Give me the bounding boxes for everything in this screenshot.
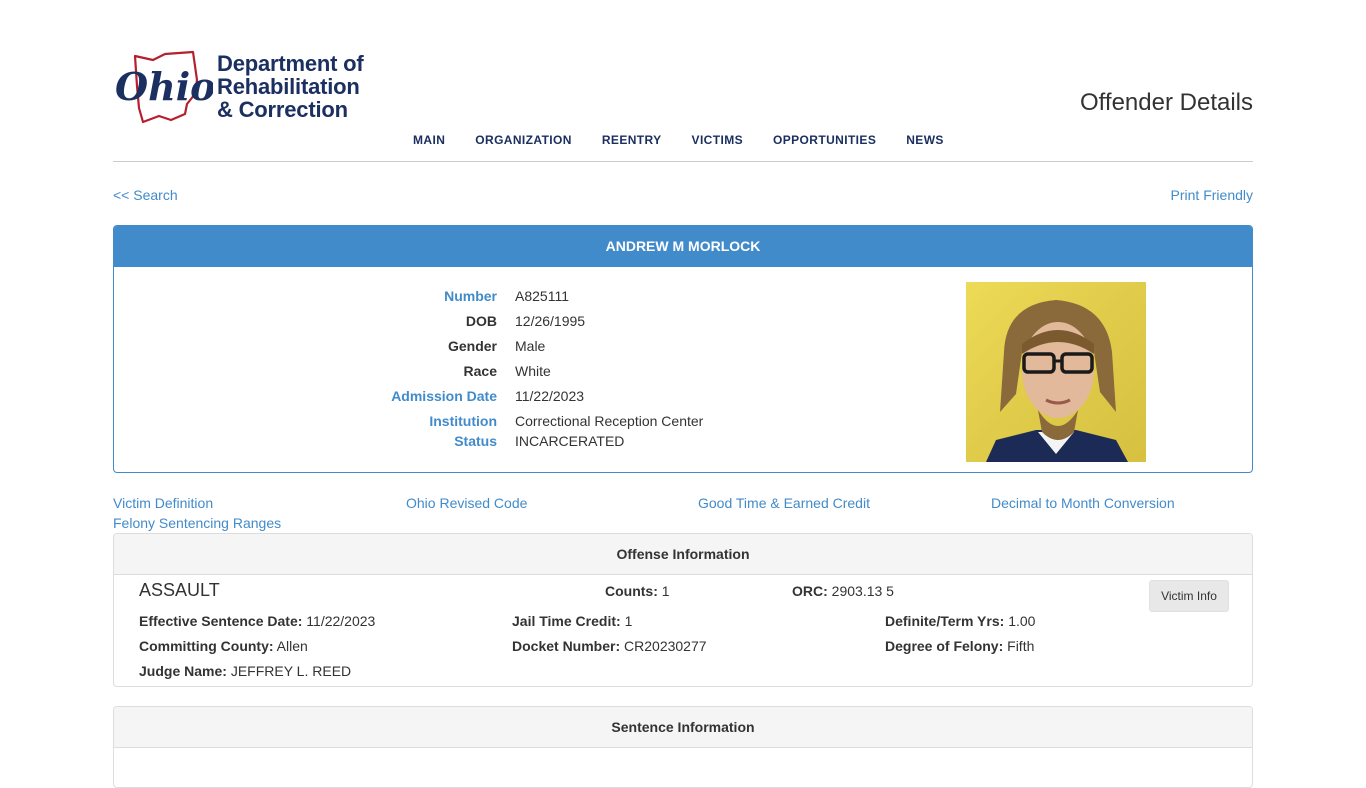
committing-county-label: Committing County:	[139, 638, 274, 654]
back-to-search-link[interactable]: << Search	[113, 187, 178, 203]
detail-row-number: Number A825111	[114, 288, 814, 313]
gender-label: Gender	[447, 338, 497, 354]
victim-info-button[interactable]: Victim Info	[1149, 580, 1229, 612]
offense-title: ASSAULT	[139, 580, 220, 600]
counts-value: 1	[661, 583, 670, 599]
docket-number-label: Docket Number:	[512, 638, 621, 654]
page: Ohio Department of Rehabilitation & Corr…	[113, 0, 1253, 788]
dob-value: 12/26/1995	[515, 313, 586, 329]
number-value: A825111	[515, 288, 569, 304]
nav-main[interactable]: MAIN	[413, 132, 445, 148]
logo-line-2: Rehabilitation	[217, 74, 360, 99]
offender-name: ANDREW M MORLOCK	[114, 226, 1252, 267]
definite-term-field: Definite/Term Yrs: 1.00	[885, 613, 1035, 630]
sentence-heading: Sentence Information	[114, 707, 1252, 748]
institution-value: Correctional Reception Center	[515, 413, 704, 429]
ohio-state-outline-icon: Ohio	[115, 50, 213, 124]
degree-of-felony-label: Degree of Felony:	[885, 638, 1004, 654]
committing-county-field: Committing County: Allen	[139, 638, 308, 655]
jail-time-credit-field: Jail Time Credit: 1	[512, 613, 632, 630]
degree-of-felony-value: Fifth	[1007, 638, 1035, 654]
logo-line-3: & Correction	[217, 97, 348, 122]
nav-reentry[interactable]: REENTRY	[602, 132, 662, 148]
effective-date-field: Effective Sentence Date: 11/22/2023	[139, 613, 375, 630]
detail-row-status: Status INCARCERATED	[114, 433, 814, 458]
svg-text:Ohio: Ohio	[115, 64, 213, 109]
institution-label-link[interactable]: Institution	[297, 413, 497, 430]
committing-county-value: Allen	[276, 638, 308, 654]
admission-date-label-link[interactable]: Admission Date	[297, 388, 497, 405]
nav-news[interactable]: NEWS	[906, 132, 944, 148]
ohio-revised-code-link[interactable]: Ohio Revised Code	[406, 495, 527, 511]
victim-definition-link[interactable]: Victim Definition	[113, 495, 213, 511]
gender-value: Male	[515, 338, 546, 354]
odrc-logo[interactable]: Ohio Department of Rehabilitation & Corr…	[113, 50, 373, 124]
main-nav: MAIN ORGANIZATION REENTRY VICTIMS OPPORT…	[413, 132, 953, 148]
print-friendly-link[interactable]: Print Friendly	[1171, 187, 1253, 203]
nav-organization[interactable]: ORGANIZATION	[475, 132, 572, 148]
judge-name-value: JEFFREY L. REED	[230, 663, 352, 679]
docket-number-field: Docket Number: CR20230277	[512, 638, 707, 655]
decimal-to-month-link[interactable]: Decimal to Month Conversion	[991, 495, 1175, 511]
judge-name-field: Judge Name: JEFFREY L. REED	[139, 663, 351, 680]
orc-field: ORC: 2903.13 5	[792, 583, 894, 600]
definite-term-label: Definite/Term Yrs:	[885, 613, 1005, 629]
status-label-link[interactable]: Status	[297, 433, 497, 450]
detail-row-institution: Institution Correctional Reception Cente…	[114, 413, 814, 433]
race-label: Race	[463, 363, 497, 379]
definite-term-value: 1.00	[1008, 613, 1036, 629]
logo-line-1: Department of	[217, 51, 364, 76]
offender-details: Number A825111 DOB 12/26/1995 Gender Mal…	[114, 288, 814, 458]
logo-text: Department of Rehabilitation & Correctio…	[217, 52, 364, 121]
race-value: White	[515, 363, 551, 379]
offender-photo	[966, 282, 1146, 462]
orc-label: ORC:	[792, 583, 828, 599]
counts-field: Counts: 1	[605, 583, 670, 600]
detail-row-admission: Admission Date 11/22/2023	[114, 388, 814, 413]
nav-opportunities[interactable]: OPPORTUNITIES	[773, 132, 876, 148]
judge-name-label: Judge Name:	[139, 663, 227, 679]
page-title: Offender Details	[1080, 89, 1253, 116]
offender-panel: ANDREW M MORLOCK Number A825111 DOB 12/2…	[113, 225, 1253, 473]
good-time-earned-credit-link[interactable]: Good Time & Earned Credit	[698, 495, 870, 511]
jail-time-credit-value: 1	[624, 613, 633, 629]
header-divider	[113, 161, 1253, 162]
offense-heading: Offense Information	[114, 534, 1252, 575]
jail-time-credit-label: Jail Time Credit:	[512, 613, 621, 629]
detail-row-gender: Gender Male	[114, 338, 814, 363]
orc-value: 2903.13 5	[831, 583, 894, 599]
detail-row-dob: DOB 12/26/1995	[114, 313, 814, 338]
felony-sentencing-ranges-link[interactable]: Felony Sentencing Ranges	[113, 515, 281, 531]
nav-victims[interactable]: VICTIMS	[692, 132, 743, 148]
effective-date-value: 11/22/2023	[306, 613, 376, 629]
dob-label: DOB	[465, 313, 497, 329]
offense-panel: Offense Information ASSAULT Counts: 1 OR…	[113, 533, 1253, 687]
counts-label: Counts:	[605, 583, 658, 599]
admission-date-value: 11/22/2023	[515, 388, 585, 404]
number-label-link[interactable]: Number	[297, 288, 497, 305]
degree-of-felony-field: Degree of Felony: Fifth	[885, 638, 1034, 655]
effective-date-label: Effective Sentence Date:	[139, 613, 303, 629]
sentence-panel: Sentence Information	[113, 706, 1253, 788]
status-value: INCARCERATED	[515, 433, 625, 449]
detail-row-race: Race White	[114, 363, 814, 388]
docket-number-value: CR20230277	[624, 638, 707, 654]
